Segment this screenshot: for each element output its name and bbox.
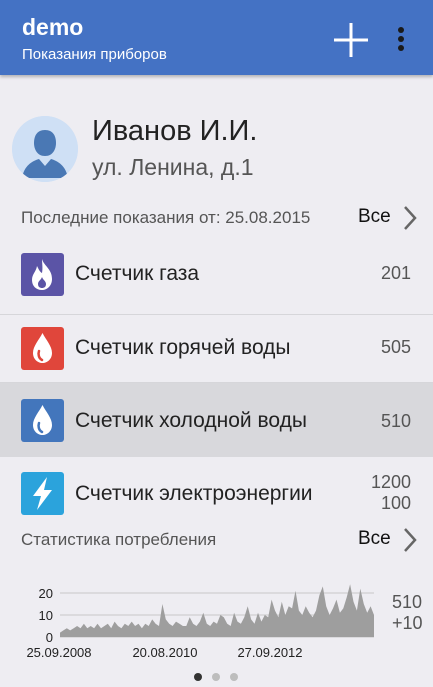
readings-all-button[interactable]: Все: [358, 206, 391, 228]
meter-cold-water[interactable]: Счетчик холодной воды 510: [0, 383, 433, 457]
app-subtitle: Показания приборов: [22, 46, 167, 63]
meter-name: Счетчик электроэнергии: [75, 482, 313, 505]
consumption-chart[interactable]: 20 10 0 25.09.2008 20.08.2010 27.09.2012 510 …: [0, 570, 433, 665]
meter-value: 201: [380, 263, 411, 283]
profile-name: Иванов И.И.: [92, 115, 258, 147]
meter-value-primary: 1200: [370, 472, 411, 492]
meter-gas[interactable]: Счетчик газа 201: [0, 242, 433, 306]
app-title: demo: [22, 14, 84, 40]
lightning-icon: [21, 472, 64, 515]
readings-header[interactable]: Последние показания от: 25.08.2015 Все: [0, 200, 433, 236]
meter-value-secondary: 100: [380, 493, 411, 513]
plus-icon[interactable]: [332, 21, 370, 59]
stats-all-button[interactable]: Все: [358, 528, 391, 550]
chart-y-tick: 20: [39, 586, 53, 601]
avatar: [12, 116, 78, 182]
page-dot[interactable]: [212, 673, 220, 681]
chevron-right-icon[interactable]: [402, 204, 418, 232]
meter-hot-water[interactable]: Счетчик горячей воды 505: [0, 316, 433, 380]
page-indicator: [0, 670, 433, 684]
chart-current-value: 510: [392, 592, 423, 612]
page-dot[interactable]: [230, 673, 238, 681]
person-icon: [12, 116, 78, 182]
page-dot[interactable]: [194, 673, 202, 681]
chart-x-tick: 27.09.2012: [237, 645, 302, 660]
drop-icon: [21, 399, 64, 442]
chart-svg: 20 10 025.09.2008 20.08.2010 27.09.2012: [26, 584, 374, 660]
meter-electricity[interactable]: Счетчик электроэнергии 1200 100: [0, 462, 433, 518]
chart-area-series: [60, 584, 374, 637]
divider: [0, 314, 433, 315]
chart-x-tick: 20.08.2010: [132, 645, 197, 660]
meter-value: 1200 100: [371, 472, 411, 514]
profile-card[interactable]: Иванов И.И. ул. Ленина, д.1: [0, 108, 433, 198]
app-bar: demo Показания приборов: [0, 0, 433, 75]
readings-date-label: Последние показания от: 25.08.2015: [21, 208, 311, 227]
profile-address: ул. Ленина, д.1: [92, 154, 254, 180]
meter-value: 505: [380, 337, 411, 357]
meter-value: 510: [380, 411, 411, 431]
chevron-right-icon[interactable]: [402, 526, 418, 554]
meter-name: Счетчик газа: [75, 262, 200, 285]
flame-icon: [21, 253, 64, 296]
meter-name: Счетчик холодной воды: [75, 409, 307, 432]
chart-y-tick: 0: [46, 630, 53, 645]
chart-x-tick: 25.09.2008: [26, 645, 91, 660]
meter-name: Счетчик горячей воды: [75, 336, 291, 359]
more-vert-icon[interactable]: [388, 22, 414, 56]
drop-icon: [21, 327, 64, 370]
stats-label: Статистика потребления: [21, 530, 217, 549]
chart-delta: +10: [392, 613, 423, 633]
chart-y-tick: 10: [39, 608, 53, 623]
stats-header[interactable]: Статистика потребления Все: [0, 522, 433, 558]
